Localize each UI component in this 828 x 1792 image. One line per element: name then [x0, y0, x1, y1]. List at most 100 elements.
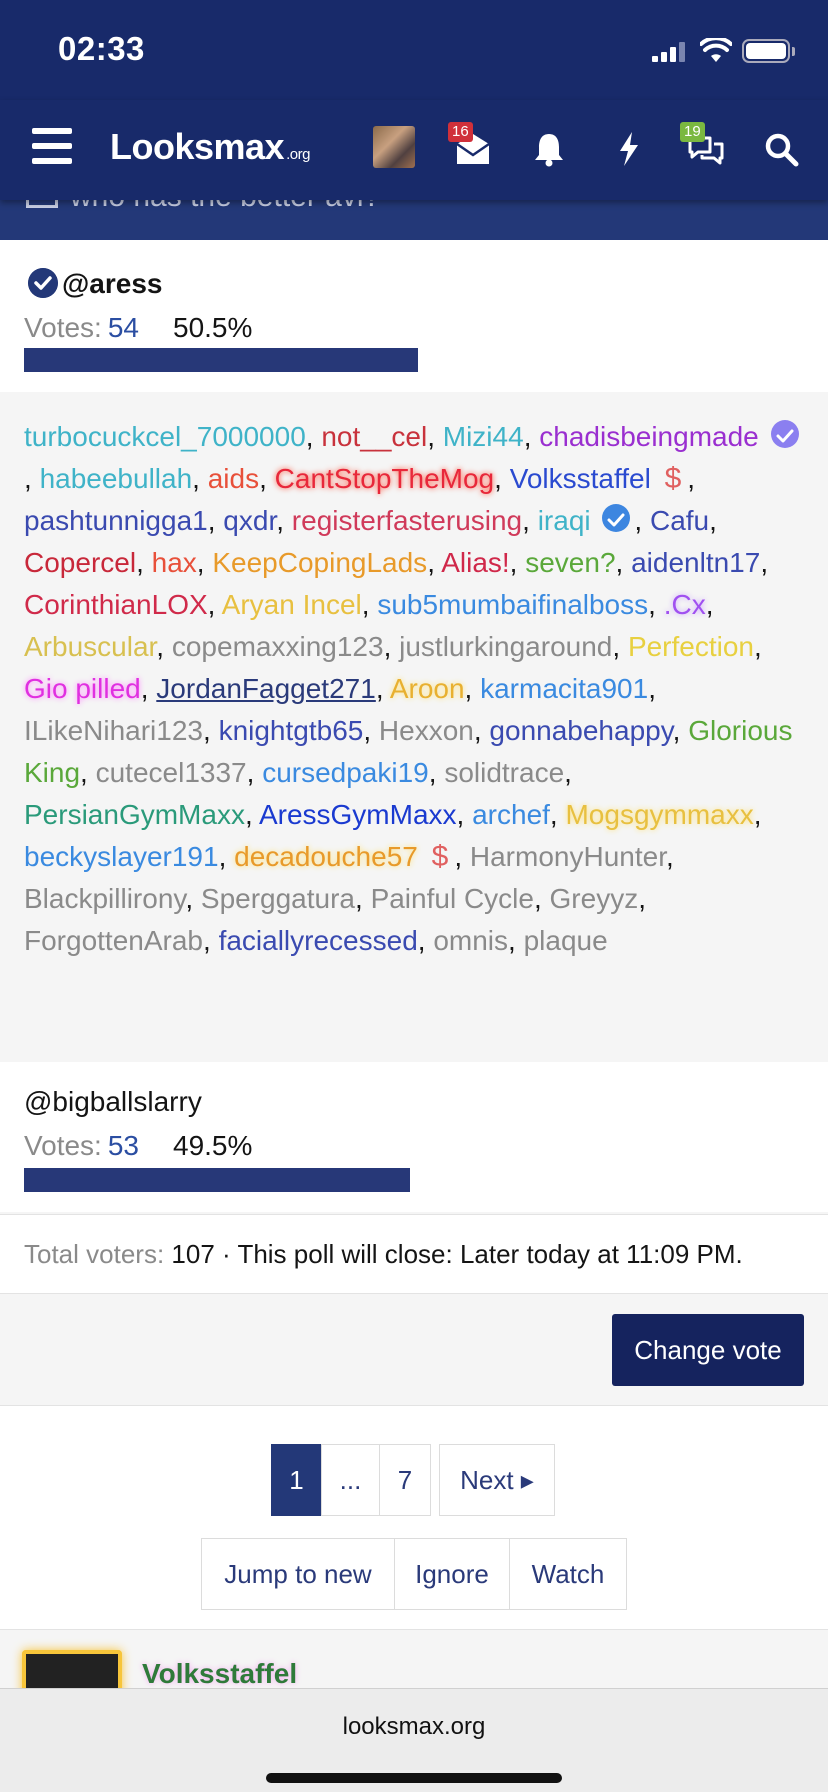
separator: ,	[375, 673, 390, 704]
votes-count[interactable]: 54	[108, 312, 139, 343]
voter-link[interactable]: cutecel1337	[96, 757, 247, 788]
voter-link[interactable]: cursedpaki19	[262, 757, 429, 788]
voter-link[interactable]: iraqi	[538, 505, 591, 536]
voter-link[interactable]: seven?	[525, 547, 615, 578]
voter-link[interactable]: Mogsgymmaxx	[565, 799, 753, 830]
voter-link[interactable]: Perfection	[628, 631, 754, 662]
voter-link[interactable]: hax	[152, 547, 197, 578]
voter-link[interactable]: Aryan Incel	[222, 589, 362, 620]
voter-link[interactable]: gonnabehappy	[489, 715, 672, 746]
separator: ,	[508, 925, 524, 956]
dollar-badge-icon: $	[664, 462, 682, 495]
voter-link[interactable]: archef	[472, 799, 550, 830]
menu-icon[interactable]	[32, 128, 72, 164]
separator: ,	[276, 505, 292, 536]
poll-choice-aress: @aress Votes: 54 50.5%	[0, 240, 828, 392]
voter-link[interactable]: pashtunnigga1	[24, 505, 208, 536]
total-voters-label: Total voters:	[24, 1239, 165, 1269]
wifi-icon	[700, 38, 732, 62]
separator: ,	[533, 883, 550, 914]
votes-line: Votes: 54 50.5%	[24, 312, 252, 344]
search-icon[interactable]	[762, 130, 800, 168]
voter-link[interactable]: HarmonyHunter	[470, 841, 666, 872]
voter-link[interactable]: KeepCopingLads	[212, 547, 427, 578]
url-bar[interactable]: looksmax.org	[0, 1713, 828, 1741]
voter-link[interactable]: JordanFagget271	[156, 673, 376, 704]
voter-link[interactable]: Alias!	[441, 547, 509, 578]
voter-link[interactable]: solidtrace	[444, 757, 564, 788]
lightning-icon[interactable]	[610, 130, 648, 168]
voter-link[interactable]: Blackpillirony	[24, 883, 185, 914]
voter-link[interactable]: Aroon	[390, 673, 465, 704]
separator: ,	[638, 883, 646, 914]
site-logo[interactable]: Looksmax .org	[110, 126, 310, 168]
voter-link[interactable]: plaque	[524, 925, 608, 956]
change-vote-button[interactable]: Change vote	[612, 1314, 804, 1386]
voter-link[interactable]: Sperggatura	[201, 883, 355, 914]
voter-link[interactable]: qxdr	[223, 505, 276, 536]
votes-bar	[24, 1168, 410, 1192]
voter-link[interactable]: copemaxxing123	[172, 631, 384, 662]
voter-link[interactable]: registerfasterusing	[292, 505, 522, 536]
voter-link[interactable]: CorinthianLOX	[24, 589, 208, 620]
voter-link[interactable]: CantStopTheMog	[275, 463, 494, 494]
voter-link[interactable]: ILikeNihari123	[24, 715, 203, 746]
voter-link[interactable]: PersianGymMaxx	[24, 799, 245, 830]
separator: ,	[687, 463, 696, 494]
separator: ,	[753, 799, 762, 830]
voter-link[interactable]: ForgottenArab	[24, 925, 203, 956]
voter-link[interactable]: Greyyz	[550, 883, 639, 914]
voter-link[interactable]: justlurkingaround	[399, 631, 612, 662]
voter-link[interactable]: turbocuckcel_7000000	[24, 421, 306, 452]
bell-icon[interactable]	[530, 130, 568, 168]
page-ellipsis-button[interactable]: ...	[321, 1444, 380, 1516]
voter-link[interactable]: not__cel	[321, 421, 427, 452]
voter-link[interactable]: Copercel	[24, 547, 136, 578]
user-avatar[interactable]	[373, 126, 415, 168]
separator: ,	[634, 505, 650, 536]
voter-link[interactable]: beckyslayer191	[24, 841, 219, 872]
voter-link[interactable]: Cafu	[650, 505, 709, 536]
watch-button[interactable]: Watch	[509, 1538, 627, 1610]
voter-link[interactable]: faciallyrecessed	[219, 925, 418, 956]
voter-link[interactable]: knightgtb65	[219, 715, 364, 746]
separator: ,	[473, 715, 490, 746]
voter-link[interactable]: Arbuscular	[24, 631, 156, 662]
voter-link[interactable]: decadouche57	[234, 841, 418, 872]
voter-link[interactable]: Gio pilled	[24, 673, 141, 704]
separator: ,	[355, 883, 371, 914]
top-navbar: Looksmax .org 16 19	[0, 100, 828, 200]
separator: ,	[672, 715, 689, 746]
ignore-button[interactable]: Ignore	[394, 1538, 510, 1610]
poll-choice-bigballslarry: @bigballslarry Votes: 53 49.5%	[0, 1062, 828, 1212]
votes-count[interactable]: 53	[108, 1130, 139, 1161]
voter-link[interactable]: sub5mumbaifinalboss	[377, 589, 648, 620]
voter-link[interactable]: .Cx	[664, 589, 706, 620]
voter-link[interactable]: omnis	[433, 925, 508, 956]
home-indicator[interactable]	[266, 1773, 562, 1783]
voter-link[interactable]: karmacita901	[480, 673, 648, 704]
voter-link[interactable]: aidenltn17	[631, 547, 760, 578]
page-1-button[interactable]: 1	[271, 1444, 322, 1516]
voter-link[interactable]: Volksstaffel	[510, 463, 651, 494]
voter-link[interactable]: AressGymMaxx	[259, 799, 457, 830]
voter-link[interactable]: aids	[208, 463, 259, 494]
next-page-button[interactable]: Next ▸	[439, 1444, 555, 1516]
votes-percent: 49.5%	[173, 1130, 253, 1161]
browser-bottom-bar: looksmax.org	[0, 1688, 828, 1792]
jump-to-new-button[interactable]: Jump to new	[201, 1538, 395, 1610]
voter-link[interactable]: Hexxon	[379, 715, 474, 746]
poll-actions: Change vote	[0, 1294, 828, 1406]
page-7-button[interactable]: 7	[379, 1444, 431, 1516]
separator: ,	[192, 463, 208, 494]
voter-link[interactable]: habeebullah	[40, 463, 193, 494]
votes-percent: 50.5%	[173, 312, 253, 343]
dollar-badge-icon: $	[431, 840, 449, 873]
post-username[interactable]: Volksstaffel	[142, 1658, 297, 1690]
separator: ,	[648, 673, 656, 704]
separator: ,	[427, 421, 443, 452]
voter-link[interactable]: chadisbeingmade	[539, 421, 759, 452]
voter-link[interactable]: Mizi44	[443, 421, 524, 452]
voter-link[interactable]: Painful Cycle	[371, 883, 534, 914]
post-avatar[interactable]	[22, 1650, 122, 1692]
